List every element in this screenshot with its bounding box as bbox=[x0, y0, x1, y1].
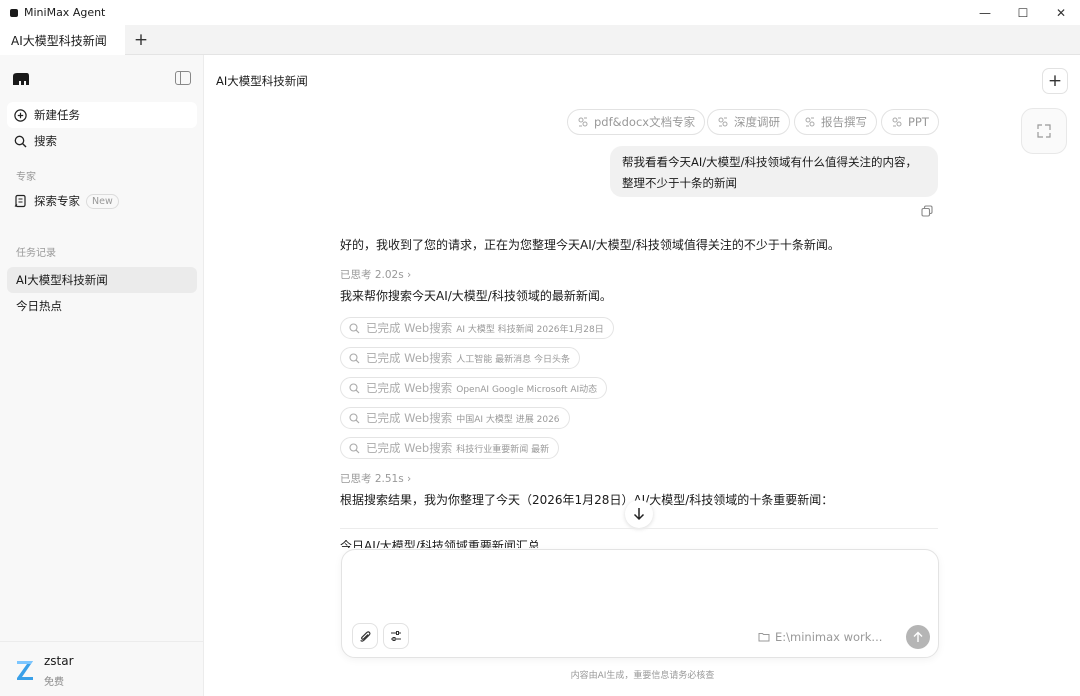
sliders-icon bbox=[391, 631, 401, 641]
copy-icon[interactable] bbox=[921, 205, 933, 217]
ai-result-text: 根据搜索结果，我为你整理了今天（2026年1月28日）AI/大模型/科技领域的十… bbox=[340, 493, 834, 507]
scroll-to-bottom-button[interactable] bbox=[625, 500, 653, 528]
app-logo-icon bbox=[10, 8, 18, 17]
news-heading-text: 今日AI/大模型/科技领域重要新闻汇总 bbox=[340, 540, 540, 548]
ai-search-text: 我来帮你搜索今天AI/大模型/科技领域的最新新闻。 bbox=[340, 289, 612, 303]
search-icon bbox=[349, 382, 360, 394]
attach-button[interactable] bbox=[352, 623, 378, 649]
sidebar: 新建任务 搜索 专家 探索专家 New 任务记录 AI大模型科技新闻 今日热点 … bbox=[0, 55, 204, 696]
user-profile[interactable]: zstar 免费 bbox=[0, 641, 204, 696]
expert-chip-icon bbox=[804, 116, 816, 128]
search-query: OpenAI Google Microsoft AI动态 bbox=[456, 384, 598, 395]
title-bar: MiniMax Agent — ☐ ✕ bbox=[0, 0, 1080, 25]
arrow-down-icon bbox=[633, 508, 645, 521]
search-icon bbox=[349, 412, 360, 424]
history-section-label: 任务记录 bbox=[16, 248, 56, 259]
search-button[interactable]: 搜索 bbox=[7, 128, 197, 154]
expert-chip-icon bbox=[891, 116, 903, 128]
history-item-ai-news[interactable]: AI大模型科技新闻 bbox=[7, 267, 197, 293]
ai-intro-text: 好的，我收到了您的请求，正在为您整理今天AI/大模型/科技领域值得关注的不少于十… bbox=[340, 238, 840, 252]
thinking-toggle[interactable]: 已思考 2.02s › bbox=[340, 267, 411, 282]
user-plan: 免费 bbox=[44, 677, 64, 688]
thinking-toggle[interactable]: 已思考 2.51s › bbox=[340, 471, 411, 486]
maximize-button[interactable]: ☐ bbox=[1004, 0, 1042, 25]
search-icon bbox=[349, 442, 360, 454]
brand-logo-icon bbox=[13, 73, 29, 85]
send-button[interactable] bbox=[906, 625, 930, 649]
search-label: 搜索 bbox=[34, 134, 57, 148]
chip-report-writing[interactable]: 报告撰写 bbox=[794, 109, 877, 135]
workspace-selector[interactable]: E:\minimax work... bbox=[758, 630, 882, 644]
experts-section-label: 专家 bbox=[16, 172, 36, 183]
web-search-result[interactable]: 已完成 Web搜索 科技行业重要新闻 最新 bbox=[340, 437, 560, 459]
paperclip-icon bbox=[360, 630, 371, 642]
chip-label: 报告撰写 bbox=[821, 115, 867, 129]
search-status: 已完成 Web搜索 bbox=[366, 381, 453, 395]
avatar bbox=[17, 661, 33, 680]
chip-ppt[interactable]: PPT bbox=[881, 109, 939, 135]
expand-icon bbox=[1037, 124, 1051, 138]
search-status: 已完成 Web搜索 bbox=[366, 351, 453, 365]
search-status: 已完成 Web搜索 bbox=[366, 321, 453, 335]
chat-area: AI大模型科技新闻 + pdf&docx文档专家 深度调研 报告撰写 PPT 帮… bbox=[205, 55, 1080, 696]
window-title: MiniMax Agent bbox=[24, 6, 106, 19]
search-icon bbox=[349, 352, 360, 364]
collapse-sidebar-icon[interactable] bbox=[175, 71, 191, 85]
search-status: 已完成 Web搜索 bbox=[366, 441, 453, 455]
history-item-hot-today[interactable]: 今日热点 bbox=[7, 293, 197, 319]
plus-circle-icon bbox=[13, 108, 27, 122]
ai-disclaimer: 内容由AI生成，重要信息请务必核查 bbox=[570, 671, 715, 681]
expert-chip-icon bbox=[577, 116, 589, 128]
search-icon bbox=[13, 134, 27, 148]
new-tab-button[interactable]: + bbox=[130, 25, 152, 55]
message-composer[interactable]: E:\minimax work... bbox=[341, 549, 939, 658]
expand-panel-button[interactable] bbox=[1021, 108, 1067, 154]
chip-label: pdf&docx文档专家 bbox=[594, 115, 696, 129]
web-search-result[interactable]: 已完成 Web搜索 中国AI 大模型 进展 2026 bbox=[340, 407, 570, 429]
explore-expert-label: 探索专家 bbox=[34, 194, 80, 208]
chip-pdf-docx-expert[interactable]: pdf&docx文档专家 bbox=[567, 109, 706, 135]
news-heading-partial: 今日AI/大模型/科技领域重要新闻汇总 bbox=[340, 540, 600, 548]
close-button[interactable]: ✕ bbox=[1042, 0, 1080, 25]
search-icon bbox=[349, 322, 360, 334]
settings-button[interactable] bbox=[383, 623, 409, 649]
search-query: AI 大模型 科技新闻 2026年1月28日 bbox=[456, 324, 604, 335]
tab-bar: AI大模型科技新闻 + bbox=[0, 25, 1080, 55]
arrow-up-icon bbox=[913, 631, 923, 642]
explore-expert-button[interactable]: 探索专家 New bbox=[7, 188, 197, 214]
minimize-button[interactable]: — bbox=[966, 0, 1004, 25]
new-badge: New bbox=[86, 193, 119, 209]
new-chat-button[interactable]: + bbox=[1042, 68, 1068, 94]
window-controls: — ☐ ✕ bbox=[966, 0, 1080, 25]
expert-icon bbox=[13, 194, 27, 208]
new-task-label: 新建任务 bbox=[34, 108, 80, 122]
tab-ai-news[interactable]: AI大模型科技新闻 bbox=[0, 25, 125, 55]
search-query: 科技行业重要新闻 最新 bbox=[456, 444, 550, 455]
search-query: 中国AI 大模型 进展 2026 bbox=[456, 414, 560, 425]
chip-deep-research[interactable]: 深度调研 bbox=[707, 109, 790, 135]
workspace-path: E:\minimax work... bbox=[775, 630, 883, 644]
user-message-bubble: 帮我看看今天AI/大模型/科技领域有什么值得关注的内容，整理不少于十条的新闻 bbox=[610, 146, 938, 197]
folder-icon bbox=[758, 632, 770, 642]
chip-label: PPT bbox=[908, 115, 929, 129]
web-search-result[interactable]: 已完成 Web搜索 OpenAI Google Microsoft AI动态 bbox=[340, 377, 608, 399]
search-status: 已完成 Web搜索 bbox=[366, 411, 453, 425]
expert-chip-icon bbox=[717, 116, 729, 128]
page-title: AI大模型科技新闻 bbox=[216, 74, 308, 88]
web-search-result[interactable]: 已完成 Web搜索 AI 大模型 科技新闻 2026年1月28日 bbox=[340, 317, 614, 339]
user-name: zstar bbox=[44, 654, 74, 668]
new-task-button[interactable]: 新建任务 bbox=[7, 102, 197, 128]
web-search-result[interactable]: 已完成 Web搜索 人工智能 最新消息 今日头条 bbox=[340, 347, 580, 369]
divider bbox=[340, 528, 938, 529]
search-query: 人工智能 最新消息 今日头条 bbox=[456, 354, 570, 365]
chip-label: 深度调研 bbox=[734, 115, 780, 129]
